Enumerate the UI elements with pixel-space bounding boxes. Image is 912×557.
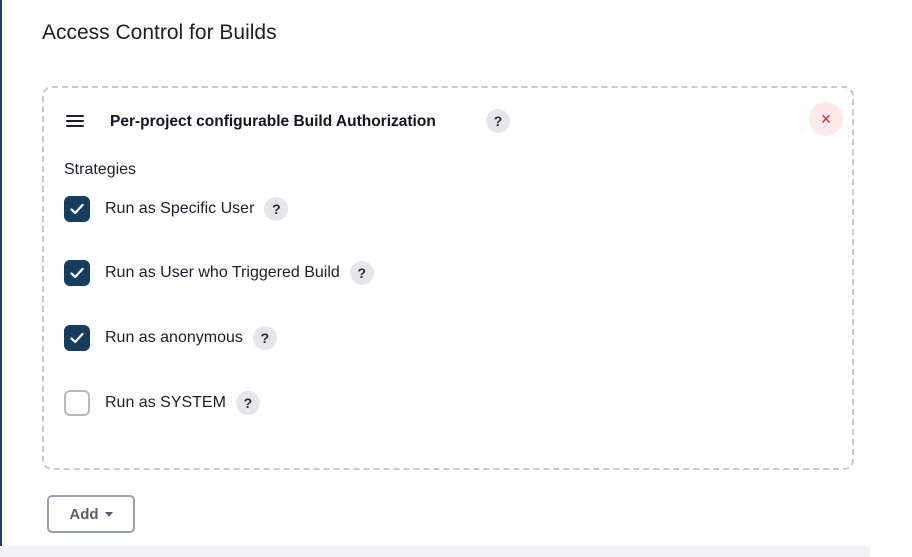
option-label[interactable]: Run as SYSTEM [105,394,226,412]
caret-down-icon [104,511,113,517]
checkmark-icon [70,203,84,215]
checkbox-run-as-system[interactable] [64,390,90,416]
option-run-as-specific-user: Run as Specific User ? [64,195,289,223]
option-run-as-system: Run as SYSTEM ? [64,389,260,417]
option-run-as-anonymous: Run as anonymous ? [64,324,277,352]
checkmark-icon [70,267,84,279]
help-icon[interactable]: ? [264,197,289,221]
help-icon[interactable]: ? [252,326,277,350]
build-authorization-card: Per-project configurable Build Authoriza… [42,86,854,470]
checkmark-icon [70,332,84,344]
help-icon[interactable]: ? [349,261,374,285]
left-edge-border [0,0,2,557]
checkbox-run-as-anonymous[interactable] [64,325,90,351]
option-label[interactable]: Run as Specific User [105,200,254,218]
bottom-band [0,546,870,557]
add-button[interactable]: Add [47,495,135,533]
option-run-as-user-who-triggered-build: Run as User who Triggered Build ? [64,259,374,287]
add-button-label: Add [69,505,99,523]
section-title: Access Control for Builds [42,21,277,44]
option-label[interactable]: Run as User who Triggered Build [105,264,340,282]
option-label[interactable]: Run as anonymous [105,329,243,347]
drag-handle-icon[interactable] [66,115,84,127]
checkbox-run-as-specific-user[interactable] [64,196,90,222]
card-title: Per-project configurable Build Authoriza… [110,113,436,130]
strategies-label: Strategies [64,161,137,178]
close-icon[interactable]: × [809,102,843,136]
page: Access Control for Builds Per-project co… [0,0,912,557]
checkbox-run-as-user-who-triggered-build[interactable] [64,260,90,286]
help-icon[interactable]: ? [486,109,510,133]
help-icon[interactable]: ? [235,391,260,415]
